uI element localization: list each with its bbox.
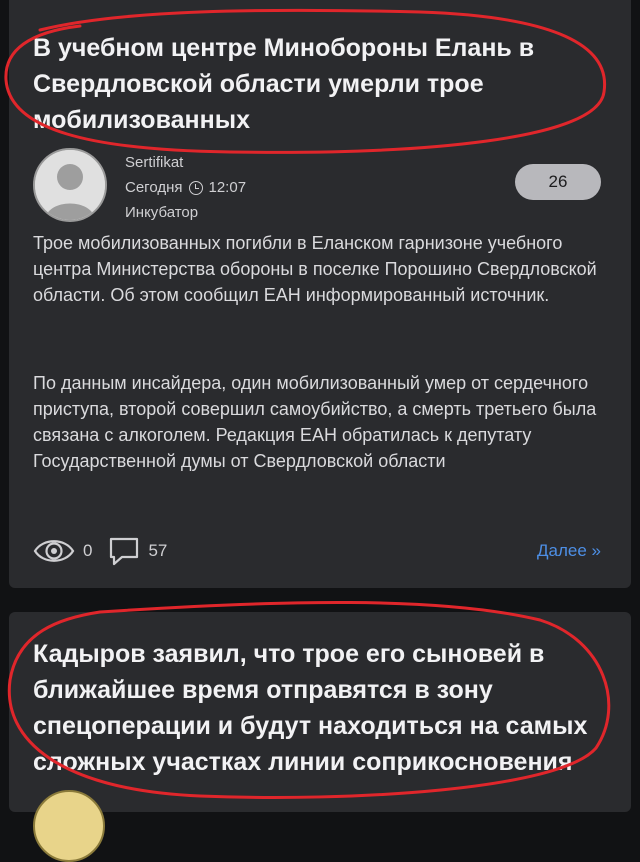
rating-badge[interactable]: 26 (515, 164, 601, 200)
post-title[interactable]: Кадыров заявил, что трое его сыновей в б… (33, 636, 607, 780)
time-day: Сегодня (125, 179, 183, 196)
post-card: Кадыров заявил, что трое его сыновей в б… (9, 612, 631, 862)
post-meta: Sertifikat Сегодня 12:07 Инкубатор (125, 150, 246, 225)
comments-count: 57 (148, 541, 168, 560)
post-time: Сегодня 12:07 (125, 175, 246, 200)
post-paragraph: По данным инсайдера, один мобилизованный… (33, 373, 597, 471)
author-name[interactable]: Sertifikat (125, 150, 246, 175)
post-title[interactable]: В учебном центре Минобороны Елань в Свер… (33, 30, 607, 138)
speech-bubble-icon[interactable] (108, 536, 140, 566)
time-clock: 12:07 (208, 179, 247, 196)
community-name[interactable]: Инкубатор (125, 200, 246, 225)
views-count: 0 (83, 541, 93, 560)
default-user-icon (35, 150, 105, 220)
post-stats: 0 57 (33, 536, 167, 566)
clock-icon (188, 180, 203, 195)
read-more-link[interactable]: Далее » (537, 541, 601, 561)
author-avatar[interactable] (33, 148, 107, 222)
eye-icon[interactable] (33, 536, 75, 566)
author-avatar[interactable] (33, 790, 105, 862)
post-paragraph: Трое мобилизованных погибли в Еланском г… (33, 233, 597, 305)
post-card: В учебном центре Минобороны Елань в Свер… (9, 0, 631, 588)
